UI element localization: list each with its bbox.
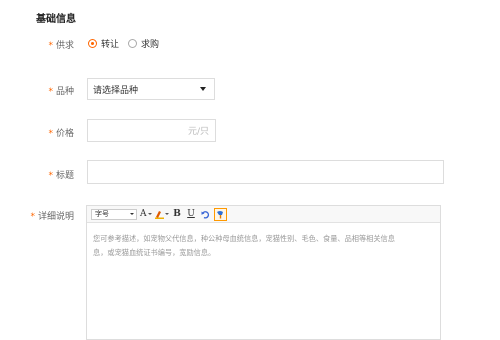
supply-label: * 供求 [0,38,74,51]
font-color-icon: A [140,209,147,219]
underline-button[interactable]: U [186,208,197,221]
radio-transfer[interactable]: 转让 [88,37,119,50]
price-label: * 价格 [0,126,74,139]
title-label-text: 标题 [55,171,74,181]
undo-button[interactable] [200,208,211,221]
required-mark: * [48,171,53,181]
section-title: 基础信息 [36,14,76,25]
highlight-icon [154,210,164,219]
required-mark: * [30,212,35,222]
bold-button[interactable]: B [172,208,183,221]
undo-icon [201,210,209,219]
chevron-down-icon [147,213,152,215]
price-input[interactable]: 元/只 [87,119,216,142]
chevron-down-icon [164,213,169,215]
title-input[interactable] [87,160,444,184]
supply-radio-group: 转让 求购 [88,37,168,50]
title-label: * 标题 [0,168,74,181]
required-mark: * [48,41,53,51]
highlight-button[interactable] [154,208,169,221]
detail-editor[interactable]: 字号 A B U 您可参考描述，如宠物父代信息，种公种母血统信息，宠猫性别、毛色… [86,205,441,340]
detail-label: * 详细说明 [0,209,74,222]
breed-select-value: 请选择品种 [93,85,139,96]
price-label-text: 价格 [55,129,74,139]
editor-toolbar: 字号 A B U [87,206,440,223]
breed-select[interactable]: 请选择品种 [87,78,215,100]
font-size-label: 字号 [95,210,109,218]
radio-wanted[interactable]: 求购 [128,37,159,50]
format-painter-button[interactable] [213,207,227,221]
format-painter-icon [216,210,223,218]
radio-transfer-label: 转让 [101,40,120,50]
breed-label-text: 品种 [55,87,74,97]
chevron-down-icon [130,213,134,215]
price-unit: 元/只 [187,127,209,137]
chevron-down-icon [200,87,206,91]
radio-transfer-circle[interactable] [88,39,97,48]
detail-label-text: 详细说明 [37,212,74,222]
supply-label-text: 供求 [55,41,74,51]
editor-content[interactable]: 您可参考描述，如宠物父代信息，种公种母血统信息，宠猫性别、毛色、食量、品相等相关… [87,223,440,259]
font-color-button[interactable]: A [140,208,152,221]
breed-label: * 品种 [0,84,74,97]
font-size-select[interactable]: 字号 [91,208,137,220]
radio-wanted-circle[interactable] [128,39,138,48]
editor-hint-line-2: 息，或宠猫血统证书编号，宽励信息。 [93,247,216,257]
required-mark: * [48,87,53,97]
radio-wanted-label: 求购 [141,40,160,50]
required-mark: * [48,129,53,139]
editor-hint-line-1: 您可参考描述，如宠物父代信息，种公种母血统信息，宠猫性别、毛色、食量、品相等相关… [93,234,395,243]
